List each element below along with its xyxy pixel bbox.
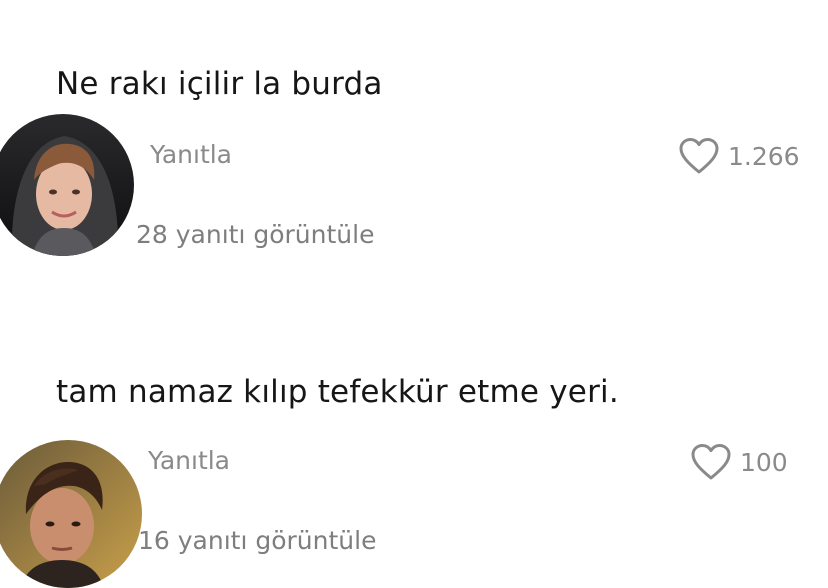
reply-button[interactable]: Yanıtla [150, 140, 232, 169]
heart-icon [691, 444, 731, 480]
like-button[interactable]: 1.266 [678, 137, 800, 175]
view-replies-link[interactable]: 16 yanıtı görüntüle [138, 526, 376, 555]
user-avatar-1-icon [0, 114, 134, 256]
reply-button[interactable]: Yanıtla [148, 446, 230, 475]
comment-text: tam namaz kılıp tefekkür etme yeri. [56, 374, 619, 410]
like-count: 100 [740, 447, 788, 477]
avatar[interactable] [0, 114, 134, 256]
user-avatar-2-icon [0, 440, 142, 588]
view-replies-link[interactable]: 28 yanıtı görüntüle [136, 220, 374, 249]
avatar[interactable] [0, 440, 142, 588]
like-count: 1.266 [728, 141, 800, 171]
comment-text: Ne rakı içilir la burda [56, 66, 383, 102]
like-button[interactable]: 100 [690, 443, 788, 481]
heart-icon [679, 138, 719, 174]
